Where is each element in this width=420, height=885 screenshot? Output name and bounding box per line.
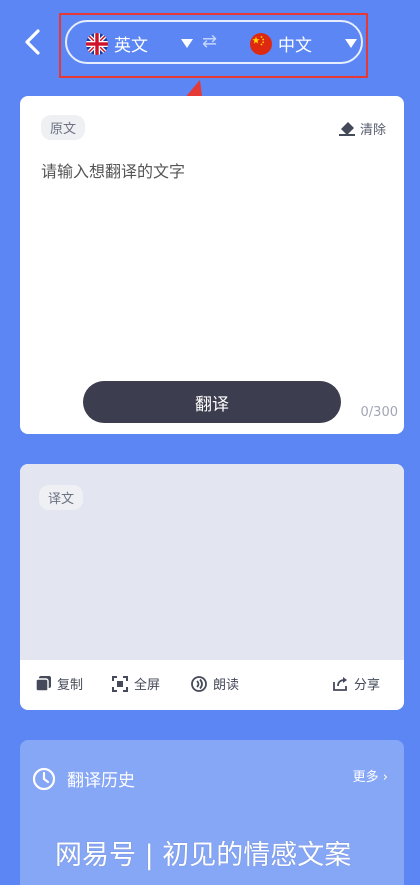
- history-title: 翻译历史: [67, 771, 135, 791]
- annotation-highlight-box: [59, 13, 368, 78]
- more-history-link[interactable]: 更多 ›: [353, 766, 388, 785]
- history-heading: 翻译历史: [32, 766, 135, 791]
- result-actions: 复制 全屏 朗读 分享: [20, 660, 404, 710]
- fullscreen-button[interactable]: 全屏: [112, 674, 160, 693]
- source-text-card: 原文 清除 翻译 0/300: [20, 96, 404, 434]
- source-text-input[interactable]: [41, 158, 381, 358]
- translate-button[interactable]: 翻译: [83, 381, 341, 423]
- back-button[interactable]: [22, 28, 44, 56]
- fullscreen-label: 全屏: [134, 678, 161, 693]
- eraser-icon: [338, 121, 355, 136]
- clear-label: 清除: [359, 123, 386, 138]
- translation-result-card: 译文 复制 全屏 朗读 分享: [20, 464, 404, 710]
- copy-button[interactable]: 复制: [36, 674, 83, 693]
- read-aloud-button[interactable]: 朗读: [191, 674, 239, 693]
- share-label: 分享: [354, 678, 381, 693]
- clock-icon: [32, 767, 56, 790]
- translation-tag: 译文: [39, 485, 84, 510]
- copy-icon: [36, 676, 51, 691]
- share-button[interactable]: 分享: [332, 674, 380, 693]
- read-aloud-label: 朗读: [213, 678, 240, 693]
- copy-label: 复制: [57, 678, 84, 693]
- source-text-tag: 原文: [41, 115, 86, 140]
- character-count: 0/300: [360, 405, 398, 420]
- fullscreen-icon: [112, 675, 128, 692]
- share-icon: [333, 676, 347, 691]
- watermark: 网易号 | 初见的情感文案: [55, 840, 352, 871]
- clear-button[interactable]: 清除: [338, 119, 386, 138]
- speaker-icon: [191, 675, 207, 692]
- chevron-left-icon: [25, 29, 40, 55]
